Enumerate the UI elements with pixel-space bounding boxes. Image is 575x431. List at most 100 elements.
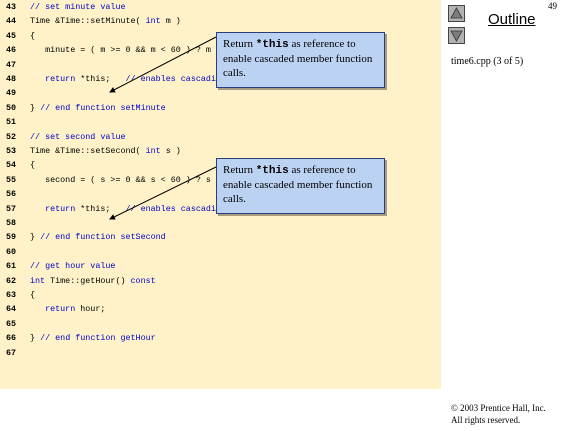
callout-1-pre: Return [223, 38, 256, 50]
code-line: 51 [0, 115, 441, 129]
code-comment: // set second value [30, 131, 126, 142]
code-text: { [30, 288, 35, 302]
line-number: 56 [6, 189, 17, 200]
code-text: // set second value [30, 130, 126, 144]
line-number: 53 [6, 146, 17, 156]
line-number: 62 [6, 275, 17, 286]
code-text: return *this; // enables cascading [30, 72, 226, 86]
code-text: minute = ( m >= 0 && m < 60 ) ? m : 0; [30, 43, 236, 57]
code-keyword: int [30, 275, 46, 286]
line-number: 49 [6, 88, 17, 99]
code-token: second = ( s >= 0 && s < 60 ) ? s : 0; [30, 174, 237, 185]
code-comment: // end function setSecond [40, 232, 166, 243]
line-number: 43 [6, 2, 17, 12]
file-caption: time6.cpp (3 of 5) [451, 56, 524, 67]
code-text: Time &Time::setMinute( int m ) [30, 14, 181, 28]
line-number: 65 [6, 318, 17, 329]
code-token: { [30, 30, 36, 41]
next-slide-button[interactable] [448, 27, 465, 44]
line-number: 51 [6, 117, 17, 128]
code-token: hour; [75, 304, 106, 315]
callout-return-this-1: Return *this as reference to enable casc… [216, 32, 385, 88]
line-number: 46 [6, 45, 17, 56]
code-token: { [30, 290, 36, 300]
line-number: 64 [6, 304, 17, 315]
code-text: // get hour value [30, 259, 115, 273]
code-token: m ) [160, 16, 181, 27]
code-text: } // end function setSecond [30, 230, 166, 244]
code-comment: // get hour value [30, 261, 116, 272]
line-number: 66 [6, 333, 17, 344]
code-comment: // enables cascading [125, 203, 227, 214]
code-token: { [30, 160, 36, 171]
code-text: { [30, 29, 35, 43]
line-number: 48 [6, 74, 17, 84]
code-text: // set minute value [30, 0, 126, 14]
callout-1-code: *this [255, 39, 289, 51]
code-line: 65 [0, 317, 441, 331]
code-line: 49 [0, 86, 441, 100]
code-line: 44 Time &Time::setMinute( int m ) [0, 14, 441, 28]
code-line: 52 // set second value [0, 130, 441, 144]
code-token: } [30, 232, 41, 243]
copyright-line-2: All rights reserved. [451, 415, 521, 425]
code-token: minute = ( m >= 0 && m < 60 ) ? m : 0; [30, 45, 237, 56]
code-text: Time &Time::setSecond( int s ) [30, 144, 181, 158]
outline-link[interactable]: Outline [488, 11, 536, 28]
code-line: 64 return hour; [0, 302, 441, 316]
line-number: 54 [6, 160, 17, 171]
code-text: } // end function setMinute [30, 101, 166, 115]
code-token: Time &Time::setSecond( [30, 146, 146, 156]
previous-slide-button[interactable] [448, 5, 465, 22]
line-number: 63 [6, 290, 17, 300]
code-token: Time &Time::setMinute( [30, 16, 146, 27]
code-keyword: return [45, 74, 76, 84]
code-comment: // set minute value [30, 2, 126, 12]
code-line: 59} // end function setSecond [0, 230, 441, 244]
code-comment: // enables cascading [125, 74, 227, 84]
code-text: { [30, 158, 35, 172]
line-number: 45 [6, 30, 17, 41]
copyright-notice: © 2003 Prentice Hall, Inc. All rights re… [451, 402, 546, 426]
code-token: *this; [75, 203, 126, 214]
line-number: 67 [6, 347, 17, 358]
code-token: s ) [160, 146, 181, 156]
line-number: 47 [6, 59, 17, 70]
line-number: 55 [6, 174, 17, 185]
code-keyword: int [145, 16, 161, 27]
triangle-up-icon [450, 7, 463, 19]
code-comment: // end function setMinute [40, 102, 166, 113]
code-line: 67 [0, 346, 441, 360]
line-number: 59 [6, 232, 17, 243]
code-keyword: const [130, 275, 156, 286]
code-line: 53 Time &Time::setSecond( int s ) [0, 144, 441, 158]
line-number: 50 [6, 102, 17, 113]
code-line: 58 [0, 216, 441, 230]
code-line: 60 [0, 245, 441, 259]
callout-return-this-2: Return *this as reference to enable casc… [216, 158, 385, 214]
code-token: } [30, 333, 41, 344]
code-line: 43 // set minute value [0, 0, 441, 14]
slide-number: 49 [548, 1, 557, 11]
code-keyword: int [145, 146, 161, 156]
code-token: Time::getHour() [45, 275, 131, 286]
callout-2-pre: Return [223, 164, 256, 176]
code-line: 61 // get hour value [0, 259, 441, 273]
code-keyword: return [45, 203, 76, 214]
line-number: 57 [6, 203, 17, 214]
triangle-down-icon [450, 30, 463, 42]
code-line: 66} // end function getHour [0, 331, 441, 345]
line-number: 44 [6, 16, 17, 27]
code-token: } [30, 102, 41, 113]
code-text: return *this; // enables cascading [30, 202, 226, 216]
line-number: 58 [6, 218, 17, 228]
code-comment: // end function getHour [40, 333, 156, 344]
callout-2-code: *this [255, 165, 289, 177]
code-text: int Time::getHour() const [30, 274, 156, 288]
code-line: 63 { [0, 288, 441, 302]
line-number: 61 [6, 261, 17, 272]
copyright-line-1: © 2003 Prentice Hall, Inc. [451, 403, 546, 413]
